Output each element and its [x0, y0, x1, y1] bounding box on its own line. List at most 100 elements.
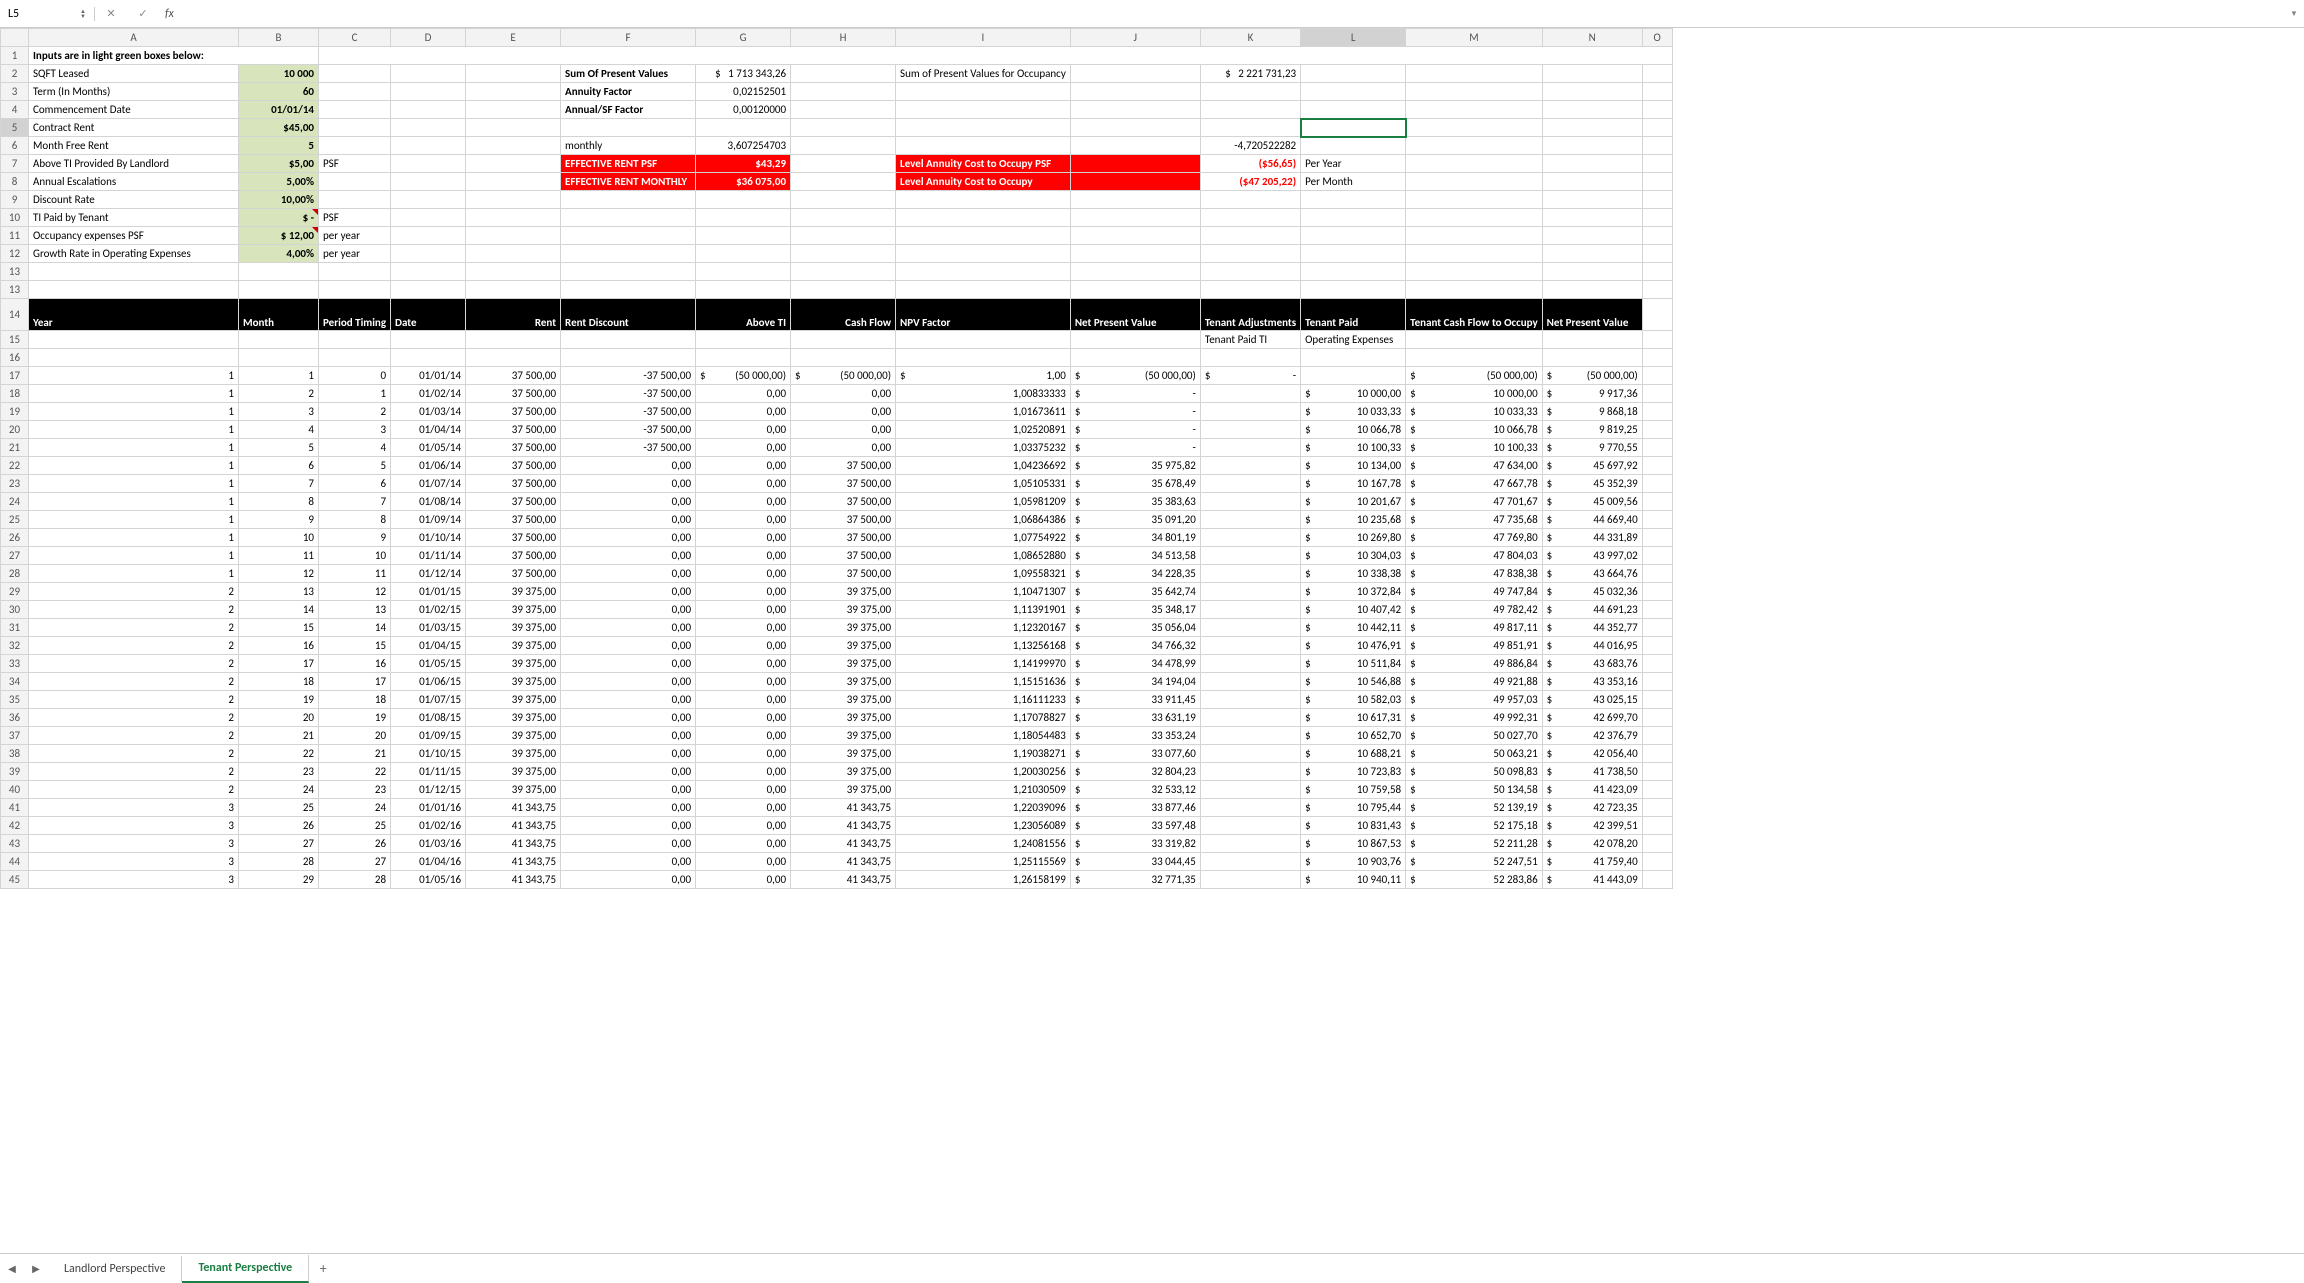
cell[interactable]: 12 [239, 565, 319, 583]
cell[interactable]: 37 500,00 [466, 547, 561, 565]
cell[interactable]: 1 [29, 403, 239, 421]
col-hdr[interactable]: K [1200, 29, 1300, 47]
cell[interactable]: ($47 205,22) [1200, 173, 1300, 191]
cell[interactable]: 0,00 [696, 565, 791, 583]
cell[interactable]: -4,720522282 [1200, 137, 1300, 155]
cell[interactable]: 3 [239, 403, 319, 421]
cell[interactable]: 0,00 [561, 709, 696, 727]
cell[interactable]: $43 353,16 [1542, 673, 1642, 691]
cell[interactable] [1642, 817, 1672, 835]
cell[interactable]: $47 634,00 [1406, 457, 1543, 475]
cell[interactable]: 0,00 [696, 601, 791, 619]
cell[interactable]: 37 500,00 [466, 511, 561, 529]
cell[interactable]: 1,19038271 [896, 745, 1071, 763]
cell[interactable]: 1 [239, 367, 319, 385]
cell[interactable] [319, 191, 391, 209]
cell[interactable]: 23 [239, 763, 319, 781]
cell[interactable]: $32 804,23 [1070, 763, 1200, 781]
cell[interactable]: 37 500,00 [791, 511, 896, 529]
cell[interactable] [1642, 601, 1672, 619]
cell[interactable]: 0,00 [696, 583, 791, 601]
cell[interactable]: 15 [239, 619, 319, 637]
cell[interactable] [1642, 583, 1672, 601]
cell[interactable]: 01/12/14 [391, 565, 466, 583]
cell[interactable]: $50 063,21 [1406, 745, 1543, 763]
cell[interactable] [1406, 263, 1543, 281]
cell[interactable]: $41 443,09 [1542, 871, 1642, 889]
cell[interactable]: 0,00 [696, 385, 791, 403]
cell[interactable]: 39 375,00 [466, 673, 561, 691]
col-hdr[interactable]: C [319, 29, 391, 47]
cell[interactable]: $47 804,03 [1406, 547, 1543, 565]
cell[interactable]: 37 500,00 [466, 385, 561, 403]
cell[interactable]: $33 911,45 [1070, 691, 1200, 709]
cell[interactable] [1301, 101, 1406, 119]
cell[interactable]: 2 [319, 403, 391, 421]
cell[interactable]: 1,06864386 [896, 511, 1071, 529]
cell[interactable] [1200, 619, 1300, 637]
cell[interactable]: $35 642,74 [1070, 583, 1200, 601]
cell[interactable]: 01/11/14 [391, 547, 466, 565]
cell[interactable]: 0,00 [696, 835, 791, 853]
cell[interactable]: Inputs are in light green boxes below: [29, 47, 319, 65]
cell[interactable]: 0,00 [696, 529, 791, 547]
row-hdr[interactable]: 45 [1, 871, 29, 889]
cell[interactable] [1406, 137, 1543, 155]
cell[interactable]: 0,00 [696, 817, 791, 835]
cell[interactable]: 01/08/14 [391, 493, 466, 511]
col-hdr[interactable]: O [1642, 29, 1672, 47]
cell[interactable]: 1 [29, 547, 239, 565]
row-hdr[interactable]: 17 [1, 367, 29, 385]
cell[interactable]: 0,00 [561, 475, 696, 493]
cell[interactable]: 21 [319, 745, 391, 763]
cell[interactable]: 01/12/15 [391, 781, 466, 799]
cell[interactable]: $44 016,95 [1542, 637, 1642, 655]
cell[interactable] [1642, 853, 1672, 871]
cell[interactable]: $9 770,55 [1542, 439, 1642, 457]
cell[interactable]: 8 [239, 493, 319, 511]
cell[interactable]: $49 886,84 [1406, 655, 1543, 673]
row-hdr[interactable]: 38 [1, 745, 29, 763]
cell[interactable]: $(50 000,00) [1406, 367, 1543, 385]
cell[interactable]: 01/03/16 [391, 835, 466, 853]
cell[interactable]: 0,00 [561, 853, 696, 871]
cell[interactable]: $44 352,77 [1542, 619, 1642, 637]
cell[interactable] [391, 83, 466, 101]
cell[interactable]: 39 375,00 [791, 727, 896, 745]
cell[interactable] [319, 137, 391, 155]
cell[interactable]: $ 1 713 343,26 [696, 65, 791, 83]
cell[interactable]: 39 375,00 [791, 763, 896, 781]
row-hdr[interactable]: 30 [1, 601, 29, 619]
cell[interactable] [1642, 727, 1672, 745]
row-hdr[interactable]: 5 [1, 119, 29, 137]
cell[interactable] [1542, 227, 1642, 245]
cell[interactable]: 39 375,00 [466, 619, 561, 637]
cell[interactable] [1642, 83, 1672, 101]
cell[interactable]: 0,00 [791, 403, 896, 421]
cell[interactable]: $42 399,51 [1542, 817, 1642, 835]
cell[interactable]: 37 500,00 [466, 475, 561, 493]
cell[interactable] [466, 65, 561, 83]
cell[interactable]: $5,00 [239, 155, 319, 173]
cell[interactable]: 39 375,00 [466, 763, 561, 781]
cell[interactable]: $1,00 [896, 367, 1071, 385]
cell[interactable]: PSF [319, 209, 391, 227]
cell[interactable]: 39 375,00 [791, 781, 896, 799]
cell[interactable]: 0,00 [696, 673, 791, 691]
cell[interactable]: 37 500,00 [466, 439, 561, 457]
cell[interactable]: per year [319, 227, 391, 245]
cell[interactable] [319, 83, 391, 101]
cell[interactable] [466, 101, 561, 119]
cell[interactable] [1642, 835, 1672, 853]
cell[interactable]: 14 [239, 601, 319, 619]
cell[interactable] [791, 209, 896, 227]
cell[interactable]: $43 997,02 [1542, 547, 1642, 565]
cell[interactable]: $10 476,91 [1301, 637, 1406, 655]
cell[interactable] [1642, 709, 1672, 727]
cell[interactable] [1200, 763, 1300, 781]
cell[interactable] [1070, 245, 1200, 263]
cell[interactable] [1200, 439, 1300, 457]
cell[interactable]: 4 [319, 439, 391, 457]
cell[interactable]: 39 375,00 [791, 583, 896, 601]
cell[interactable]: 7 [239, 475, 319, 493]
